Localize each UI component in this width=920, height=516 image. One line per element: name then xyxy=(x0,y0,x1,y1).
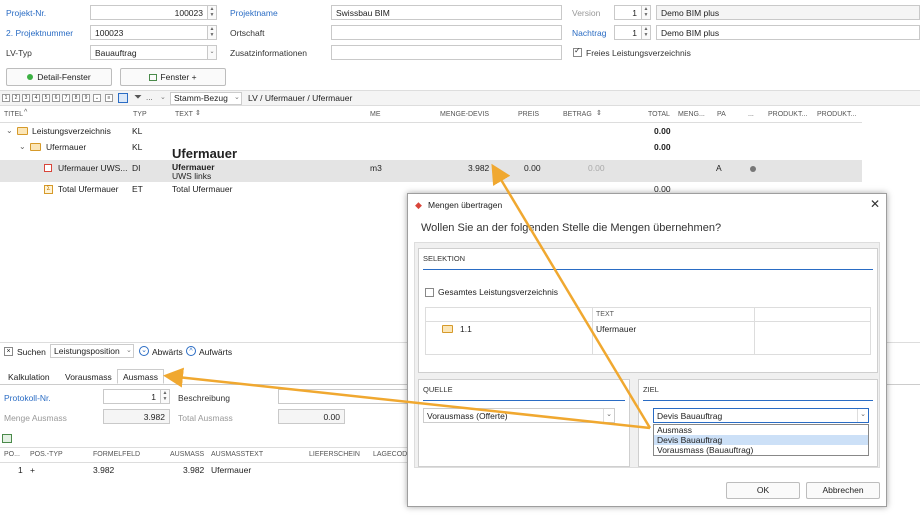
arrow-to-menge-devis xyxy=(491,163,652,429)
annotation-arrows xyxy=(163,163,652,430)
arrow-to-ausmass-tab xyxy=(163,367,651,430)
